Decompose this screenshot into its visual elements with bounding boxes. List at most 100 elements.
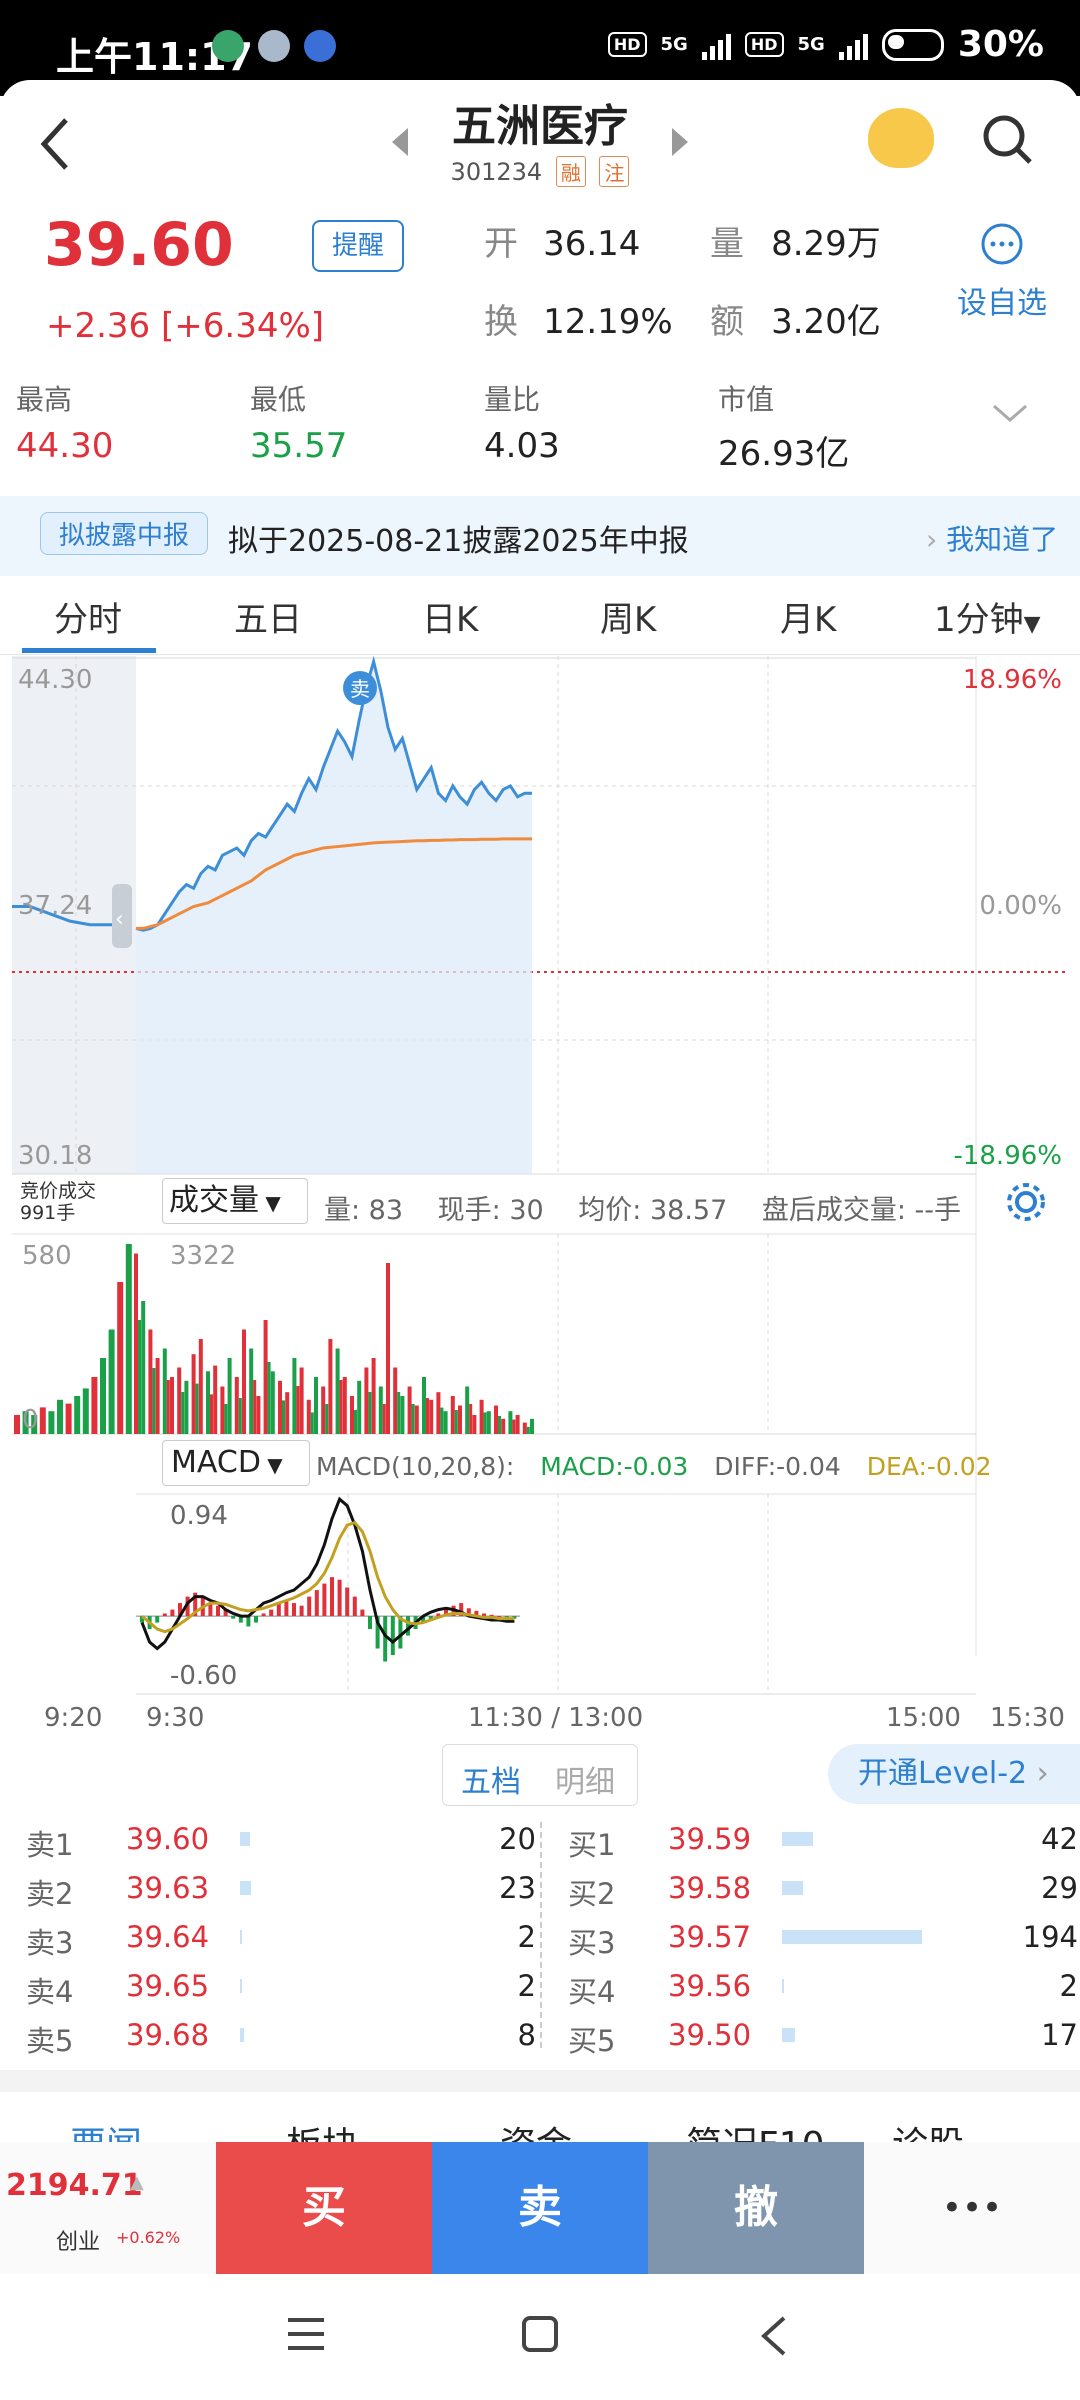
tab-minute-label: 1分钟: [934, 600, 1024, 640]
bid-row[interactable]: 买1 39.59 42: [568, 1818, 1078, 1862]
ask-row[interactable]: 卖3 39.64 2: [26, 1916, 536, 1960]
volume-bar: [325, 1404, 329, 1434]
ask-quantity: 20: [499, 1822, 536, 1856]
volume-bar: [198, 1339, 203, 1434]
tab-intraday[interactable]: 分时: [54, 592, 122, 641]
stat-value: 26.93亿: [718, 434, 850, 474]
ask-row[interactable]: 卖5 39.68 8: [26, 2014, 536, 2058]
volume-bar: [426, 1398, 429, 1434]
next-stock-icon[interactable]: [668, 126, 692, 158]
more-dots-icon: •••: [941, 2188, 1003, 2228]
macd-histogram-bar: [170, 1609, 175, 1617]
ask-row[interactable]: 卖2 39.63 23: [26, 1867, 536, 1911]
tab-sector[interactable]: 板块: [286, 2118, 358, 2142]
tab-daily-k[interactable]: 日K: [422, 592, 478, 641]
cancel-order-button[interactable]: 撤: [648, 2142, 864, 2274]
home-icon[interactable]: [520, 2314, 560, 2354]
volume-bar: [134, 1253, 138, 1434]
notice-dismiss-link[interactable]: › 我知道了: [926, 518, 1058, 558]
volume-bar: [39, 1407, 46, 1434]
volume-bar: [386, 1263, 390, 1434]
volume-bar: [458, 1405, 462, 1434]
bid-label: 买2: [568, 1877, 616, 1911]
chevron-right-icon: ›: [926, 523, 938, 556]
avg-price: 均价: 38.57: [578, 1195, 728, 1226]
tab-details[interactable]: 明细: [555, 1757, 615, 1801]
dea-value: DEA:-0.02: [866, 1452, 992, 1481]
bid-depth-bar: [782, 1930, 922, 1944]
bid-depth-bar: [782, 1979, 784, 1993]
search-icon[interactable]: [980, 112, 1036, 168]
tab-five-day[interactable]: 五日: [234, 592, 302, 641]
turnover-value: 12.19%: [543, 302, 673, 342]
y-min-label: 30.18: [18, 1141, 92, 1171]
volume-bar: [522, 1422, 527, 1434]
remind-button[interactable]: 提醒: [312, 220, 404, 272]
cancel-label: 撤: [734, 2182, 778, 2233]
ask-quantity: 8: [517, 2018, 536, 2052]
stat-label: 量比: [484, 383, 541, 416]
ask-row[interactable]: 卖4 39.65 2: [26, 1965, 536, 2009]
volume-bar: [465, 1386, 470, 1434]
volume-bar: [242, 1329, 246, 1434]
volume-bar: [414, 1405, 419, 1434]
tab-minute-select[interactable]: 1分钟▼: [934, 592, 1041, 641]
volume-bar: [508, 1411, 513, 1434]
level2-button[interactable]: 开通Level-2 ›: [828, 1744, 1080, 1804]
macd-histogram-bar: [322, 1583, 327, 1617]
bid-label: 买1: [568, 1828, 616, 1862]
note-tag: 注: [599, 156, 630, 187]
tab-f10[interactable]: 简况F10: [686, 2118, 825, 2142]
tab-funds[interactable]: 资金: [500, 2118, 572, 2142]
volume-bar: [138, 1320, 141, 1434]
volume-bar: [65, 1403, 72, 1434]
more-button[interactable]: •••: [864, 2142, 1080, 2274]
bid-row[interactable]: 买5 39.50 17: [568, 2014, 1078, 2058]
macd-value: MACD:-0.03: [540, 1452, 689, 1481]
volume-bar: [210, 1394, 213, 1434]
volume-bar: [285, 1392, 290, 1434]
bid-row[interactable]: 买4 39.56 2: [568, 1965, 1078, 2009]
tab-five-levels[interactable]: 五档: [461, 1757, 521, 1801]
back-nav-icon[interactable]: [758, 2314, 790, 2358]
menu-icon[interactable]: [286, 2316, 326, 2352]
volume-bar: [177, 1367, 182, 1434]
macd-dea-line: [141, 1520, 515, 1634]
ask-price: 39.68: [126, 2018, 210, 2052]
turnover-stat: 换 12.19%: [484, 294, 673, 343]
tab-monthly-k[interactable]: 月K: [780, 592, 836, 641]
macd-histogram-bar: [299, 1605, 304, 1617]
volume-bar: [278, 1380, 282, 1434]
current-hand: 现手: 30: [437, 1195, 544, 1226]
tab-diagnosis[interactable]: 诊股: [892, 2118, 964, 2142]
buy-button[interactable]: 买: [216, 2142, 432, 2274]
volume-selector[interactable]: 成交量 ▼: [162, 1178, 308, 1224]
book-divider: [540, 1822, 542, 2048]
ask-quantity: 23: [499, 1871, 536, 1905]
settings-gear-icon[interactable]: [1004, 1180, 1048, 1224]
volume-bar: [328, 1339, 333, 1434]
ask-price: 39.64: [126, 1920, 210, 1954]
volume-stat: 量 8.29万: [710, 216, 881, 265]
sell-button[interactable]: 卖: [432, 2142, 648, 2274]
tab-weekly-k[interactable]: 周K: [600, 592, 656, 641]
volume-bar: [162, 1348, 167, 1434]
watchlist-button[interactable]: 设自选: [950, 222, 1054, 322]
turnover-label: 换: [484, 302, 518, 342]
macd-grid: [347, 1494, 769, 1694]
macd-selector[interactable]: MACD ▼: [162, 1440, 310, 1486]
bid-row[interactable]: 买2 39.58 29: [568, 1867, 1078, 1911]
macd-histogram-bar: [345, 1587, 350, 1617]
volume-bar: [170, 1377, 174, 1434]
macd-histogram-bar: [390, 1616, 395, 1656]
ask-label: 卖2: [26, 1877, 74, 1911]
expand-chevron-icon[interactable]: [990, 402, 1030, 426]
ask-row[interactable]: 卖1 39.60 20: [26, 1818, 536, 1862]
dropdown-icon: ▼: [260, 1453, 283, 1477]
ask-depth-bar: [240, 2028, 244, 2042]
mascot-icon[interactable]: [868, 108, 934, 168]
bid-row[interactable]: 买3 39.57 194: [568, 1916, 1078, 1960]
tab-news[interactable]: 要闻: [70, 2118, 142, 2142]
pct-mid-label: 0.00%: [979, 891, 1062, 921]
index-ticker[interactable]: 2194.71 ▲ 创业 +0.62%: [0, 2142, 216, 2274]
